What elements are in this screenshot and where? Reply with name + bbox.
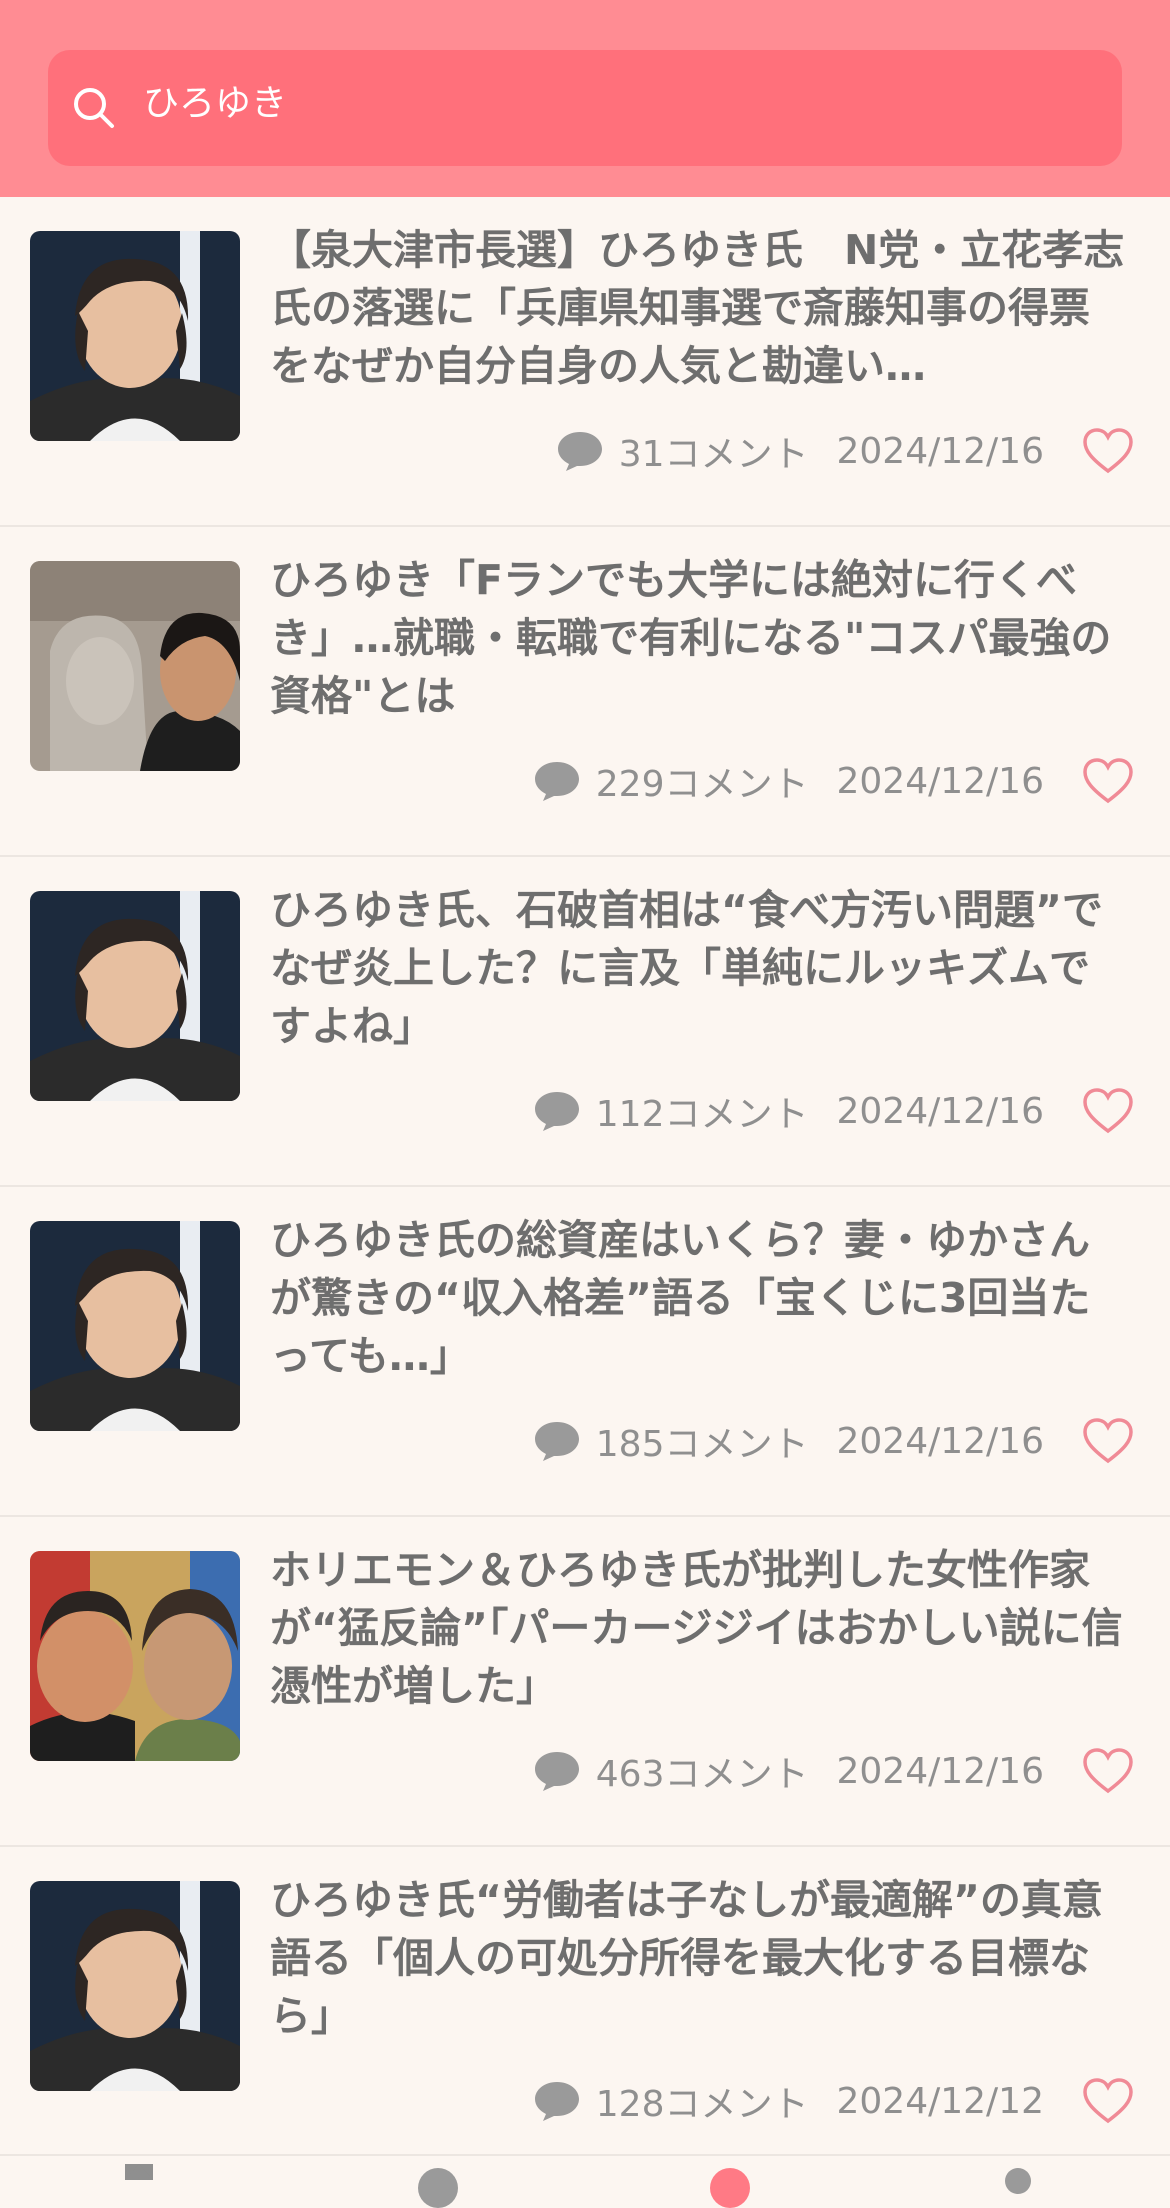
article-date: 2024/12/12 [836,2080,1045,2122]
article-date: 2024/12/16 [836,760,1045,802]
search-input[interactable]: ひろゆき [143,78,287,130]
heart-icon[interactable] [1082,1417,1134,1465]
article-date: 2024/12/16 [836,1090,1045,1132]
comment-count: 229コメント [595,764,809,805]
tab-icon[interactable] [418,2168,458,2208]
article-title[interactable]: 【泉大津市長選】ひろゆき氏 N党・立花孝志氏の落選に「兵庫県知事選で斎藤知事の得… [270,221,1130,395]
comment-count: 128コメント [595,2084,809,2125]
article-meta: 112コメント 2024/12/16 [532,1085,1044,1137]
article-title[interactable]: ひろゆき氏の総資産はいくら？妻・ゆかさんが驚きの“収入格差”語る「宝くじに3回当… [270,1211,1130,1385]
article-meta: 185コメント 2024/12/16 [532,1415,1044,1467]
article-thumbnail [30,891,240,1101]
comment-icon [534,762,579,801]
comment-count: 112コメント [595,1094,809,1135]
heart-icon[interactable] [1082,757,1134,805]
heart-icon[interactable] [1082,1087,1134,1135]
article-thumbnail [30,1221,240,1431]
comment-count: 185コメント [595,1424,809,1465]
home-icon[interactable] [125,2164,153,2180]
search-bar[interactable]: ひろゆき [48,50,1122,166]
article-thumbnail [30,231,240,441]
article-title[interactable]: ひろゆき「Fランでも大学には絶対に行くべき」…就職・転職で有利になる"コスパ最強… [270,551,1130,725]
article-item[interactable]: ひろゆき氏の総資産はいくら？妻・ゆかさんが驚きの“収入格差”語る「宝くじに3回当… [0,1187,1170,1517]
article-thumbnail [30,1881,240,2091]
user-icon[interactable] [1005,2168,1031,2194]
article-item[interactable]: 【泉大津市長選】ひろゆき氏 N党・立花孝志氏の落選に「兵庫県知事選で斎藤知事の得… [0,197,1170,527]
heart-icon[interactable] [1082,2077,1134,2125]
bottom-tab-bar [0,2154,1170,2208]
comment-icon [534,2082,579,2121]
article-title[interactable]: ホリエモン＆ひろゆき氏が批判した女性作家が“猛反論”「パーカージジイはおかしい説… [270,1541,1130,1715]
comment-icon [534,1092,579,1131]
comment-count: 31コメント [618,434,809,475]
comment-count: 463コメント [595,1754,809,1795]
article-meta: 128コメント 2024/12/12 [532,2075,1044,2127]
article-thumbnail [30,1551,240,1761]
heart-icon[interactable] [1082,427,1134,475]
article-thumbnail [30,561,240,771]
article-title[interactable]: ひろゆき氏、石破首相は“食べ方汚い問題”でなぜ炎上した？に言及「単純にルッキズム… [270,881,1130,1055]
comment-icon [557,432,602,471]
comment-icon [534,1422,579,1461]
article-item[interactable]: ひろゆき氏“労働者は子なしが最適解”の真意語る「個人の可処分所得を最大化する目標… [0,1847,1170,2177]
header: ひろゆき [0,0,1170,197]
article-meta: 31コメント 2024/12/16 [555,425,1044,477]
article-title[interactable]: ひろゆき氏“労働者は子なしが最適解”の真意語る「個人の可処分所得を最大化する目標… [270,1871,1130,2045]
article-item[interactable]: ホリエモン＆ひろゆき氏が批判した女性作家が“猛反論”「パーカージジイはおかしい説… [0,1517,1170,1847]
article-date: 2024/12/16 [836,1750,1045,1792]
heart-icon[interactable] [1082,1747,1134,1795]
article-meta: 463コメント 2024/12/16 [532,1745,1044,1797]
article-item[interactable]: ひろゆき「Fランでも大学には絶対に行くべき」…就職・転職で有利になる"コスパ最強… [0,527,1170,857]
article-item[interactable]: ひろゆき氏、石破首相は“食べ方汚い問題”でなぜ炎上した？に言及「単純にルッキズム… [0,857,1170,1187]
article-date: 2024/12/16 [836,430,1045,472]
article-date: 2024/12/16 [836,1420,1045,1462]
article-list: 【泉大津市長選】ひろゆき氏 N党・立花孝志氏の落選に「兵庫県知事選で斎藤知事の得… [0,197,1170,2177]
search-icon [74,88,114,128]
article-meta: 229コメント 2024/12/16 [532,755,1044,807]
search-tab-icon[interactable] [710,2168,750,2208]
comment-icon [534,1752,579,1791]
